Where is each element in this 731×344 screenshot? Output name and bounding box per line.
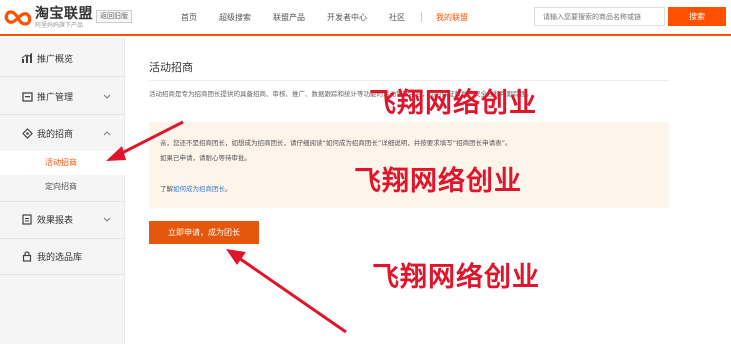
nav-community[interactable]: 社区 (389, 12, 405, 23)
sidebar-divider (0, 274, 125, 275)
sidebar-item-overview[interactable]: 推广概览 (0, 40, 125, 76)
arrow-to-apply-button (226, 249, 347, 334)
report-icon (21, 213, 33, 225)
sidebar-item-label: 我的招商 (37, 129, 74, 140)
notice-line-1: 亲，您还不是招商团长，如想成为招商团长，请仔细阅读“如何成为招商团长”详细说明，… (160, 139, 512, 147)
sidebar-item-label: 效果报表 (37, 215, 74, 226)
notice-line-2: 如果已申请，请耐心等待审批。 (160, 154, 251, 162)
sidebar-item-label: 推广概览 (37, 54, 74, 65)
nav-divider (421, 12, 422, 22)
apply-become-leader-button[interactable]: 立即申请，成为团长 (149, 221, 259, 244)
nav-super-search[interactable]: 超级搜索 (219, 12, 251, 23)
sidebar: 推广概览 推广管理 我的招商 活动招商 定向招商 效果报表 我的选品库 (0, 38, 125, 344)
chart-icon (21, 52, 33, 64)
sidebar-item-my-recruitment[interactable]: 我的招商 (0, 115, 125, 151)
watermark-text: 飞翔网络创业 (372, 262, 540, 293)
lock-icon (21, 250, 33, 262)
page: 淘宝联盟 阿里妈妈旗下产品 返回旧版 首页 超级搜索 联盟产品 开发者中心 社区… (0, 0, 731, 344)
notice-line-3: 了解如何成为招商团长。 (160, 183, 232, 193)
nav-home[interactable]: 首页 (181, 12, 197, 23)
sidebar-divider (0, 76, 125, 77)
sidebar-item-label: 我的选品库 (37, 252, 83, 263)
sidebar-item-promotion-management[interactable]: 推广管理 (0, 78, 125, 114)
watermark-text: 飞翔网络创业 (369, 88, 537, 119)
logo-title: 淘宝联盟 (35, 5, 93, 22)
logo-subtitle: 阿里妈妈旗下产品 (35, 21, 84, 29)
sidebar-item-product-library[interactable]: 我的选品库 (0, 238, 125, 274)
nav-developer-center[interactable]: 开发者中心 (327, 12, 367, 23)
recruit-icon (21, 127, 33, 139)
taobao-union-logo[interactable]: 淘宝联盟 阿里妈妈旗下产品 (4, 5, 93, 31)
back-to-old-version-button[interactable]: 返回旧版 (96, 10, 132, 23)
sidebar-item-label: 推广管理 (37, 92, 74, 103)
chevron-down-icon (103, 92, 111, 101)
chevron-up-icon (103, 129, 111, 138)
nav-my-union[interactable]: 我的联盟 (436, 12, 468, 23)
notice-line-3-prefix: 了解 (160, 185, 173, 193)
search-input[interactable] (534, 7, 665, 26)
search-button[interactable]: 搜索 (668, 7, 726, 26)
sidebar-subitem-targeted-recruitment[interactable]: 定向招商 (0, 175, 125, 199)
nav-products[interactable]: 联盟产品 (273, 12, 305, 23)
how-to-become-leader-link[interactable]: 如何成为招商团长 (173, 185, 225, 193)
logo-text: 淘宝联盟 阿里妈妈旗下产品 (35, 5, 93, 30)
chevron-down-icon (103, 215, 111, 224)
top-header: 淘宝联盟 阿里妈妈旗下产品 返回旧版 首页 超级搜索 联盟产品 开发者中心 社区… (0, 0, 731, 36)
page-title: 活动招商 (149, 61, 193, 74)
sidebar-subitem-activity-recruitment[interactable]: 活动招商 (0, 151, 125, 175)
top-nav: 首页 超级搜索 联盟产品 开发者中心 社区 我的联盟 (181, 0, 490, 34)
wallet-icon (21, 90, 33, 102)
notice-line-3-suffix: 。 (225, 185, 232, 193)
infinity-logo-icon (4, 8, 32, 28)
watermark-text: 飞翔网络创业 (354, 166, 522, 197)
sidebar-item-reports[interactable]: 效果报表 (0, 201, 125, 237)
